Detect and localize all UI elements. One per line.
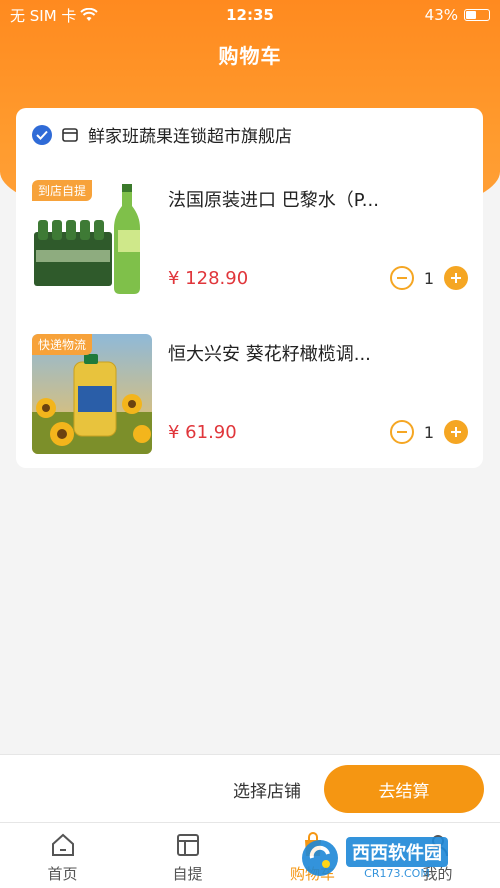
status-right: 43%	[425, 6, 490, 24]
minus-icon	[396, 431, 407, 433]
check-icon	[36, 130, 48, 140]
carrier-label: 无 SIM 卡	[10, 6, 77, 25]
cart-item[interactable]: 快递物流 恒大兴安 葵花籽橄榄调... ¥ 61.90 1	[32, 334, 468, 454]
product-title[interactable]: 恒大兴安 葵花籽橄榄调...	[168, 340, 371, 366]
increase-button[interactable]	[444, 420, 468, 444]
product-title[interactable]: 法国原装进口 巴黎水（P...	[168, 186, 379, 212]
battery-percent: 43%	[424, 6, 458, 24]
watermark-sub: CR173.COM	[364, 866, 430, 880]
status-left: 无 SIM 卡	[10, 5, 99, 26]
select-store-button[interactable]: 选择店铺	[233, 777, 301, 802]
quantity-value: 1	[423, 268, 434, 288]
tab-label: 自提	[172, 865, 203, 883]
store-card: 鲜家班蔬果连锁超市旗舰店 到店自提 法国原装进口 巴黎水（P... ¥ 128.…	[16, 108, 483, 468]
tab-home[interactable]: 首页	[0, 823, 125, 888]
battery-icon	[464, 9, 490, 21]
quantity-stepper: 1	[389, 266, 468, 290]
watermark-title: 西西软件园	[346, 836, 448, 867]
home-icon	[51, 833, 74, 856]
product-image-sparkling-water[interactable]: 到店自提	[32, 180, 152, 300]
layout-icon	[176, 834, 199, 856]
express-tag: 快递物流	[32, 334, 93, 355]
watermark-logo-icon	[302, 840, 338, 876]
checkout-bar: 选择店铺 去结算	[0, 754, 500, 822]
quantity-stepper: 1	[389, 420, 468, 444]
pickup-tag: 到店自提	[32, 180, 93, 201]
store-checkbox[interactable]	[32, 124, 52, 145]
status-bar: 无 SIM 卡 12:35 43%	[0, 0, 500, 30]
battery-level	[466, 11, 477, 19]
cart-item[interactable]: 到店自提 法国原装进口 巴黎水（P... ¥ 128.90 1	[32, 180, 468, 300]
tab-label: 首页	[47, 865, 78, 883]
product-price: ¥ 128.90	[168, 268, 249, 289]
watermark-text-group: 西西软件园 CR173.COM	[346, 836, 448, 880]
watermark: 西西软件园 CR173.COM	[300, 836, 490, 880]
product-price: ¥ 61.90	[168, 422, 237, 443]
page-title: 购物车	[218, 44, 282, 68]
checkout-button[interactable]: 去结算	[324, 765, 484, 813]
wifi-icon	[80, 8, 99, 21]
store-row: 鲜家班蔬果连锁超市旗舰店	[32, 122, 292, 147]
tab-pickup[interactable]: 自提	[125, 823, 250, 888]
store-name[interactable]: 鲜家班蔬果连锁超市旗舰店	[88, 122, 292, 147]
increase-button[interactable]	[444, 266, 468, 290]
decrease-button[interactable]	[389, 266, 414, 290]
quantity-value: 1	[423, 422, 434, 442]
decrease-button[interactable]	[389, 420, 414, 444]
minus-icon	[396, 277, 407, 279]
product-image-sunflower-oil[interactable]: 快递物流	[32, 334, 152, 454]
store-icon	[62, 127, 78, 142]
